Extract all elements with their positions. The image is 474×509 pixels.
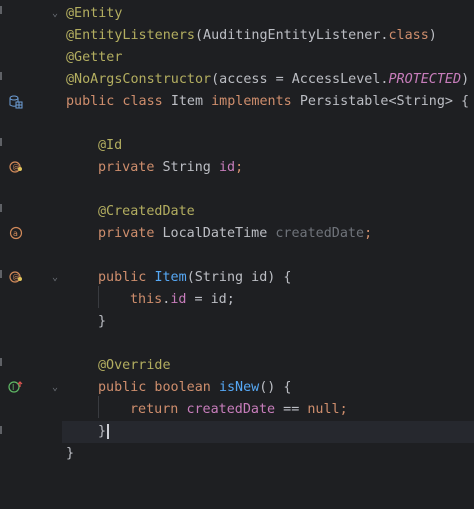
code-text: (AuditingEntityListener.: [195, 28, 389, 43]
code-line[interactable]: @Entity: [62, 3, 474, 25]
code-text: ;: [235, 160, 244, 175]
constructor-icon[interactable]: @: [9, 270, 23, 284]
code-line[interactable]: this.id = id;: [62, 289, 474, 311]
method-name: isNew: [218, 380, 260, 395]
annotation: @Getter: [66, 50, 123, 65]
annotated-field-icon[interactable]: a: [9, 226, 23, 240]
method-name: Item: [154, 270, 187, 285]
change-marker: [0, 204, 2, 212]
field-name: id: [218, 160, 236, 175]
change-marker: [0, 270, 2, 278]
code-text: (access = AccessLevel.: [211, 72, 389, 87]
keyword: public: [98, 270, 155, 285]
code-text: }: [98, 314, 107, 329]
fold-icon[interactable]: ⌄: [52, 3, 58, 25]
code-line[interactable]: @Id: [62, 135, 474, 157]
class-name: Item: [170, 94, 212, 109]
code-text: ): [461, 72, 470, 87]
keyword: class: [388, 28, 429, 43]
annotation: @Override: [98, 358, 171, 373]
svg-text:@: @: [13, 274, 20, 282]
code-line[interactable]: @CreatedDate: [62, 201, 474, 223]
type-name: String: [162, 160, 219, 175]
keyword: public class: [66, 94, 171, 109]
code-line[interactable]: private LocalDateTime createdDate;: [62, 223, 474, 245]
field-name: id: [170, 292, 187, 307]
constant: PROTECTED: [388, 72, 462, 87]
code-line[interactable]: @Override: [62, 355, 474, 377]
code-line[interactable]: }: [62, 443, 474, 465]
database-table-icon[interactable]: [9, 95, 23, 109]
primary-key-field-icon[interactable]: @: [9, 160, 23, 174]
keyword: public boolean: [98, 380, 219, 395]
text-caret: [107, 423, 109, 439]
code-line[interactable]: public class Item implements Persistable…: [62, 91, 474, 113]
svg-text:I: I: [12, 383, 14, 392]
editor-gutter: @ a @ I ⌄ ⌄ ⌄: [0, 0, 62, 468]
annotation: @Id: [98, 138, 123, 153]
keyword: null: [307, 402, 340, 417]
code-text: }: [98, 424, 107, 439]
change-marker: [0, 138, 2, 146]
code-text: ;: [339, 402, 348, 417]
code-line[interactable]: public boolean isNew() {: [62, 377, 474, 399]
keyword: private: [98, 226, 163, 241]
annotation: @CreatedDate: [98, 204, 195, 219]
code-text: ==: [275, 402, 308, 417]
change-marker: [0, 72, 2, 80]
code-line[interactable]: @EntityListeners(AuditingEntityListener.…: [62, 25, 474, 47]
type-name: LocalDateTime: [162, 226, 276, 241]
code-text: Persistable<String> {: [299, 94, 470, 109]
code-text: = id;: [186, 292, 235, 307]
svg-text:a: a: [13, 229, 18, 238]
code-line[interactable]: @NoArgsConstructor(access = AccessLevel.…: [62, 69, 474, 91]
change-marker: [0, 358, 2, 366]
code-text: ;: [364, 226, 373, 241]
code-text: ): [428, 28, 437, 43]
code-editor[interactable]: @Entity @EntityListeners(AuditingEntityL…: [62, 0, 474, 468]
change-marker: [0, 426, 2, 434]
code-line[interactable]: private String id;: [62, 157, 474, 179]
code-line[interactable]: public Item(String id) {: [62, 267, 474, 289]
keyword: implements: [211, 94, 300, 109]
code-line[interactable]: @Getter: [62, 47, 474, 69]
implements-override-icon[interactable]: I: [8, 380, 24, 394]
keyword: this: [130, 292, 163, 307]
svg-text:@: @: [13, 164, 20, 172]
code-text: }: [66, 446, 75, 461]
annotation: @EntityListeners: [66, 28, 195, 43]
field-name: createdDate: [186, 402, 276, 417]
annotation: @NoArgsConstructor: [66, 72, 212, 87]
keyword: private: [98, 160, 163, 175]
code-line[interactable]: }: [62, 311, 474, 333]
change-marker: [0, 6, 2, 14]
code-text: () {: [259, 380, 292, 395]
fold-icon[interactable]: ⌄: [52, 267, 58, 289]
code-text: (String id) {: [186, 270, 292, 285]
code-line-current[interactable]: }: [62, 421, 474, 443]
keyword: return: [130, 402, 187, 417]
annotation: @Entity: [66, 6, 123, 21]
code-line[interactable]: return createdDate == null;: [62, 399, 474, 421]
fold-icon[interactable]: ⌄: [52, 377, 58, 399]
field-name: createdDate: [275, 226, 365, 241]
